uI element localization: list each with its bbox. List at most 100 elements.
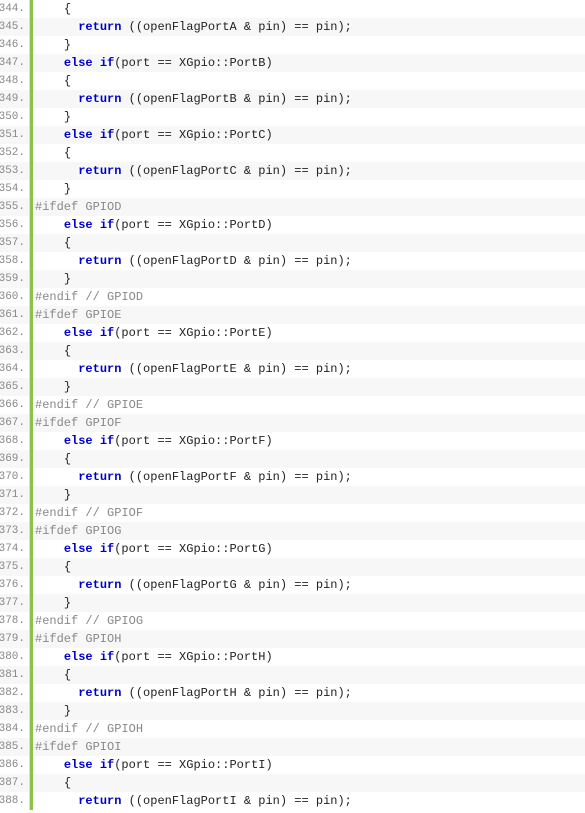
code-line[interactable]: 368. else if(port == XGpio::PortF) [0, 432, 585, 450]
code-content[interactable]: #ifdef GPIOH [33, 630, 121, 648]
code-line[interactable]: 350. } [0, 108, 585, 126]
code-content[interactable]: else if(port == XGpio::PortE) [33, 324, 273, 342]
code-content[interactable]: else if(port == XGpio::PortH) [33, 648, 273, 666]
code-content[interactable]: #endif // GPIOG [33, 612, 143, 630]
code-line[interactable]: 353. return ((openFlagPortC & pin) == pi… [0, 162, 585, 180]
code-line[interactable]: 356. else if(port == XGpio::PortD) [0, 216, 585, 234]
line-number: 347. [0, 54, 30, 72]
code-content[interactable]: #ifdef GPIOD [33, 198, 121, 216]
code-content[interactable]: #ifdef GPIOG [33, 522, 121, 540]
code-content[interactable]: return ((openFlagPortA & pin) == pin); [33, 18, 352, 36]
code-line[interactable]: 377. } [0, 594, 585, 612]
code-line[interactable]: 375. { [0, 558, 585, 576]
code-line[interactable]: 347. else if(port == XGpio::PortB) [0, 54, 585, 72]
code-line[interactable]: 381. { [0, 666, 585, 684]
line-number: 379. [0, 630, 30, 648]
code-line[interactable]: 364. return ((openFlagPortE & pin) == pi… [0, 360, 585, 378]
code-line[interactable]: 357. { [0, 234, 585, 252]
code-content[interactable]: return ((openFlagPortI & pin) == pin); [33, 792, 352, 810]
code-content[interactable]: } [33, 378, 71, 396]
code-content[interactable]: { [33, 0, 71, 18]
code-content[interactable]: } [33, 108, 71, 126]
code-line[interactable]: 348. { [0, 72, 585, 90]
code-content[interactable]: else if(port == XGpio::PortC) [33, 126, 273, 144]
token-kw: if [100, 434, 114, 448]
code-line[interactable]: 383. } [0, 702, 585, 720]
code-content[interactable]: { [33, 774, 71, 792]
code-line[interactable]: 374. else if(port == XGpio::PortG) [0, 540, 585, 558]
code-line[interactable]: 359. } [0, 270, 585, 288]
code-line[interactable]: 358. return ((openFlagPortD & pin) == pi… [0, 252, 585, 270]
code-content[interactable]: { [33, 666, 71, 684]
code-content[interactable]: { [33, 342, 71, 360]
code-content[interactable]: return ((openFlagPortD & pin) == pin); [33, 252, 352, 270]
code-content[interactable]: #endif // GPIOE [33, 396, 143, 414]
code-content[interactable]: else if(port == XGpio::PortD) [33, 216, 273, 234]
code-content[interactable]: return ((openFlagPortH & pin) == pin); [33, 684, 352, 702]
code-content[interactable]: else if(port == XGpio::PortI) [33, 756, 273, 774]
code-line[interactable]: 346. } [0, 36, 585, 54]
token-plain: (port == XGpio::PortC) [114, 128, 272, 142]
code-line[interactable]: 376. return ((openFlagPortG & pin) == pi… [0, 576, 585, 594]
code-content[interactable]: else if(port == XGpio::PortB) [33, 54, 273, 72]
code-content[interactable]: #ifdef GPIOF [33, 414, 121, 432]
token-plain: } [64, 38, 71, 52]
code-line[interactable]: 344. { [0, 0, 585, 18]
code-line[interactable]: 362. else if(port == XGpio::PortE) [0, 324, 585, 342]
code-line[interactable]: 367.#ifdef GPIOF [0, 414, 585, 432]
code-content[interactable]: { [33, 558, 71, 576]
code-line[interactable]: 385.#ifdef GPIOI [0, 738, 585, 756]
code-content[interactable]: } [33, 594, 71, 612]
code-content[interactable]: return ((openFlagPortE & pin) == pin); [33, 360, 352, 378]
code-content[interactable]: } [33, 486, 71, 504]
code-line[interactable]: 366.#endif // GPIOE [0, 396, 585, 414]
code-line[interactable]: 349. return ((openFlagPortB & pin) == pi… [0, 90, 585, 108]
token-kw: else [64, 128, 93, 142]
code-content[interactable]: { [33, 72, 71, 90]
code-line[interactable]: 372.#endif // GPIOF [0, 504, 585, 522]
code-line[interactable]: 369. { [0, 450, 585, 468]
code-line[interactable]: 355.#ifdef GPIOD [0, 198, 585, 216]
code-editor[interactable]: 344. {345. return ((openFlagPortA & pin)… [0, 0, 585, 810]
code-line[interactable]: 386. else if(port == XGpio::PortI) [0, 756, 585, 774]
code-content[interactable]: } [33, 180, 71, 198]
token-kw: if [100, 326, 114, 340]
code-line[interactable]: 370. return ((openFlagPortF & pin) == pi… [0, 468, 585, 486]
token-plain: { [64, 776, 71, 790]
code-content[interactable]: #ifdef GPIOE [33, 306, 121, 324]
code-line[interactable]: 388. return ((openFlagPortI & pin) == pi… [0, 792, 585, 810]
code-line[interactable]: 351. else if(port == XGpio::PortC) [0, 126, 585, 144]
code-line[interactable]: 352. { [0, 144, 585, 162]
code-line[interactable]: 384.#endif // GPIOH [0, 720, 585, 738]
code-line[interactable]: 378.#endif // GPIOG [0, 612, 585, 630]
code-content[interactable]: { [33, 450, 71, 468]
code-content[interactable]: } [33, 270, 71, 288]
code-content[interactable]: } [33, 36, 71, 54]
code-content[interactable]: return ((openFlagPortC & pin) == pin); [33, 162, 352, 180]
code-content[interactable]: return ((openFlagPortB & pin) == pin); [33, 90, 352, 108]
line-number: 357. [0, 234, 30, 252]
code-line[interactable]: 361.#ifdef GPIOE [0, 306, 585, 324]
code-line[interactable]: 360.#endif // GPIOD [0, 288, 585, 306]
code-line[interactable]: 363. { [0, 342, 585, 360]
code-line[interactable]: 380. else if(port == XGpio::PortH) [0, 648, 585, 666]
code-line[interactable]: 379.#ifdef GPIOH [0, 630, 585, 648]
code-content[interactable]: #ifdef GPIOI [33, 738, 121, 756]
code-line[interactable]: 371. } [0, 486, 585, 504]
code-line[interactable]: 387. { [0, 774, 585, 792]
code-content[interactable]: #endif // GPIOD [33, 288, 143, 306]
code-content[interactable]: } [33, 702, 71, 720]
code-line[interactable]: 382. return ((openFlagPortH & pin) == pi… [0, 684, 585, 702]
code-content[interactable]: return ((openFlagPortG & pin) == pin); [33, 576, 352, 594]
code-line[interactable]: 345. return ((openFlagPortA & pin) == pi… [0, 18, 585, 36]
code-content[interactable]: return ((openFlagPortF & pin) == pin); [33, 468, 352, 486]
code-content[interactable]: { [33, 234, 71, 252]
code-content[interactable]: #endif // GPIOF [33, 504, 143, 522]
code-content[interactable]: else if(port == XGpio::PortG) [33, 540, 273, 558]
code-line[interactable]: 354. } [0, 180, 585, 198]
code-line[interactable]: 373.#ifdef GPIOG [0, 522, 585, 540]
code-content[interactable]: { [33, 144, 71, 162]
code-line[interactable]: 365. } [0, 378, 585, 396]
code-content[interactable]: #endif // GPIOH [33, 720, 143, 738]
code-content[interactable]: else if(port == XGpio::PortF) [33, 432, 273, 450]
